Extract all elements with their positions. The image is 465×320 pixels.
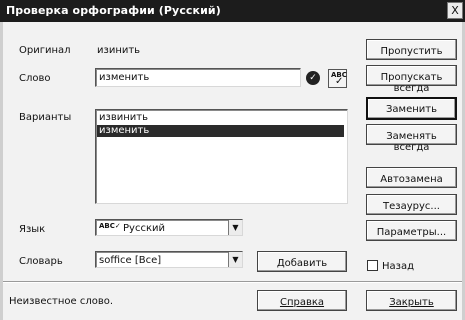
help-button[interactable]: Справка	[257, 290, 347, 311]
word-input-text: изменить	[99, 72, 150, 83]
window-title: Проверка орфографии (Русский)	[6, 4, 221, 17]
close-icon[interactable]: X	[447, 2, 463, 19]
original-label: Оригинал	[19, 45, 71, 56]
word-label: Слово	[19, 73, 51, 84]
status-text: Неизвестное слово.	[9, 296, 114, 307]
language-select[interactable]: ABC✓ Русский ▼	[95, 219, 243, 236]
replace-button[interactable]: Заменить	[366, 97, 457, 120]
original-value: изинить	[97, 45, 141, 56]
thesaurus-button[interactable]: Тезаурус...	[366, 194, 457, 215]
add-button[interactable]: Добавить	[257, 251, 347, 272]
replace-always-button[interactable]: Заменять всегда	[366, 124, 457, 153]
dictionary-value: soffice [Все]	[99, 255, 162, 266]
window-frame-left	[0, 22, 3, 320]
separator	[3, 281, 462, 283]
dictionary-label: Словарь	[19, 256, 63, 267]
language-value: Русский	[123, 223, 165, 234]
dictionary-select[interactable]: soffice [Все] ▼	[95, 251, 243, 268]
chevron-down-icon[interactable]: ▼	[228, 252, 242, 267]
variants-label: Варианты	[19, 112, 72, 123]
spellcheck-icon[interactable]: ABC ✓	[328, 69, 347, 88]
language-spellcheck-icon: ABC✓	[99, 222, 121, 230]
language-label: Язык	[19, 224, 46, 235]
variants-listbox[interactable]: извинить изменить	[95, 109, 348, 204]
close-button[interactable]: Закрыть	[366, 290, 457, 311]
back-checkbox[interactable]	[367, 260, 378, 271]
spellcheck-dialog: Проверка орфографии (Русский) X Оригинал…	[0, 0, 465, 320]
title-bar: Проверка орфографии (Русский) X	[0, 0, 465, 22]
word-input[interactable]: изменить	[95, 68, 301, 87]
autocorrect-button[interactable]: Автозамена	[366, 167, 457, 188]
skip-always-button[interactable]: Пропускать всегда	[366, 65, 457, 94]
list-item[interactable]: извинить	[97, 112, 344, 124]
back-checkbox-label: Назад	[382, 261, 415, 272]
check-circle-icon[interactable]: ✓	[306, 71, 320, 85]
list-item-selected[interactable]: изменить	[97, 125, 344, 137]
skip-button[interactable]: Пропустить	[366, 39, 457, 60]
options-button[interactable]: Параметры...	[366, 220, 457, 241]
chevron-down-icon[interactable]: ▼	[228, 220, 242, 235]
